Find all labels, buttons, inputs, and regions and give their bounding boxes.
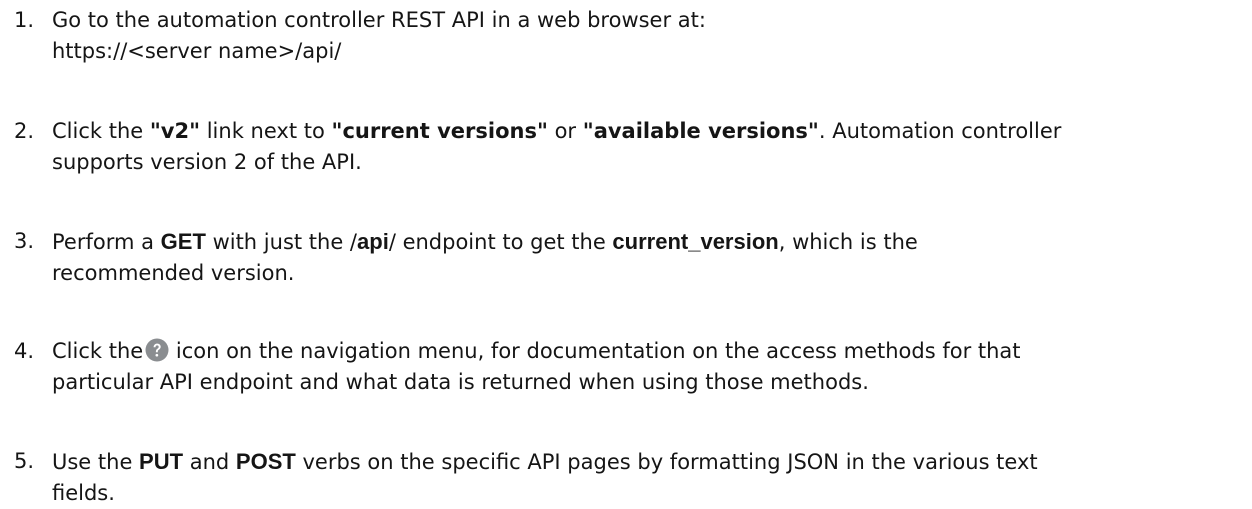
step-line: Go to the automation controller REST API… (52, 8, 706, 32)
step-line: Perform a GET with just the /api/ endpoi… (52, 226, 1232, 258)
step-number: 5. (14, 449, 35, 473)
step-text: Click the "v2" link next to "current ver… (52, 116, 1232, 178)
text-run: Perform a (52, 230, 161, 254)
text-run: with just the / (205, 230, 358, 254)
step-text: Perform a GET with just the /api/ endpoi… (52, 226, 1232, 289)
text-run: Click the (52, 119, 150, 143)
api-endpoint: api (357, 229, 389, 254)
post-verb: POST (235, 449, 296, 474)
api-url: https://<server name>/api/ (52, 39, 342, 63)
text-run: Click the (52, 339, 144, 363)
step-number: 4. (14, 339, 35, 363)
step-line: supports version 2 of the API. (52, 150, 362, 174)
text-run: . Automation controller (818, 119, 1062, 143)
text-run: and (183, 450, 236, 474)
step-line: Use the PUT and POST verbs on the specif… (52, 446, 1232, 478)
step-line: particular API endpoint and what data is… (52, 370, 869, 394)
step-text: Click the icon on the navigation menu, f… (52, 336, 1232, 398)
text-run: / endpoint to get the (388, 230, 613, 254)
current-version-field: current_version (612, 229, 779, 254)
put-verb: PUT (139, 449, 184, 474)
step-line: Click the icon on the navigation menu, f… (52, 336, 1232, 367)
step-number: 3. (14, 229, 35, 253)
text-run: verbs on the specific API pages by forma… (295, 450, 1038, 474)
step-text: Use the PUT and POST verbs on the specif… (52, 446, 1232, 509)
text-run: , which is the (778, 230, 918, 254)
procedure-steps: 1. Go to the automation controller REST … (0, 0, 1252, 505)
step-line: fields. (52, 481, 115, 505)
current-versions-label: "current versions" (331, 119, 548, 143)
step-text: Go to the automation controller REST API… (52, 5, 1232, 67)
available-versions-label: "available versions" (582, 119, 819, 143)
step-number: 2. (14, 119, 35, 143)
text-run: Use the (52, 450, 140, 474)
question-circle-icon (145, 338, 169, 362)
step-line: recommended version. (52, 261, 295, 285)
v2-link-label: "v2" (149, 119, 201, 143)
text-run: or (547, 119, 583, 143)
step-number: 1. (14, 8, 35, 32)
step-line: Click the "v2" link next to "current ver… (52, 116, 1232, 147)
text-run: icon on the navigation menu, for documen… (169, 339, 1021, 363)
text-run: link next to (200, 119, 332, 143)
get-verb: GET (160, 229, 206, 254)
